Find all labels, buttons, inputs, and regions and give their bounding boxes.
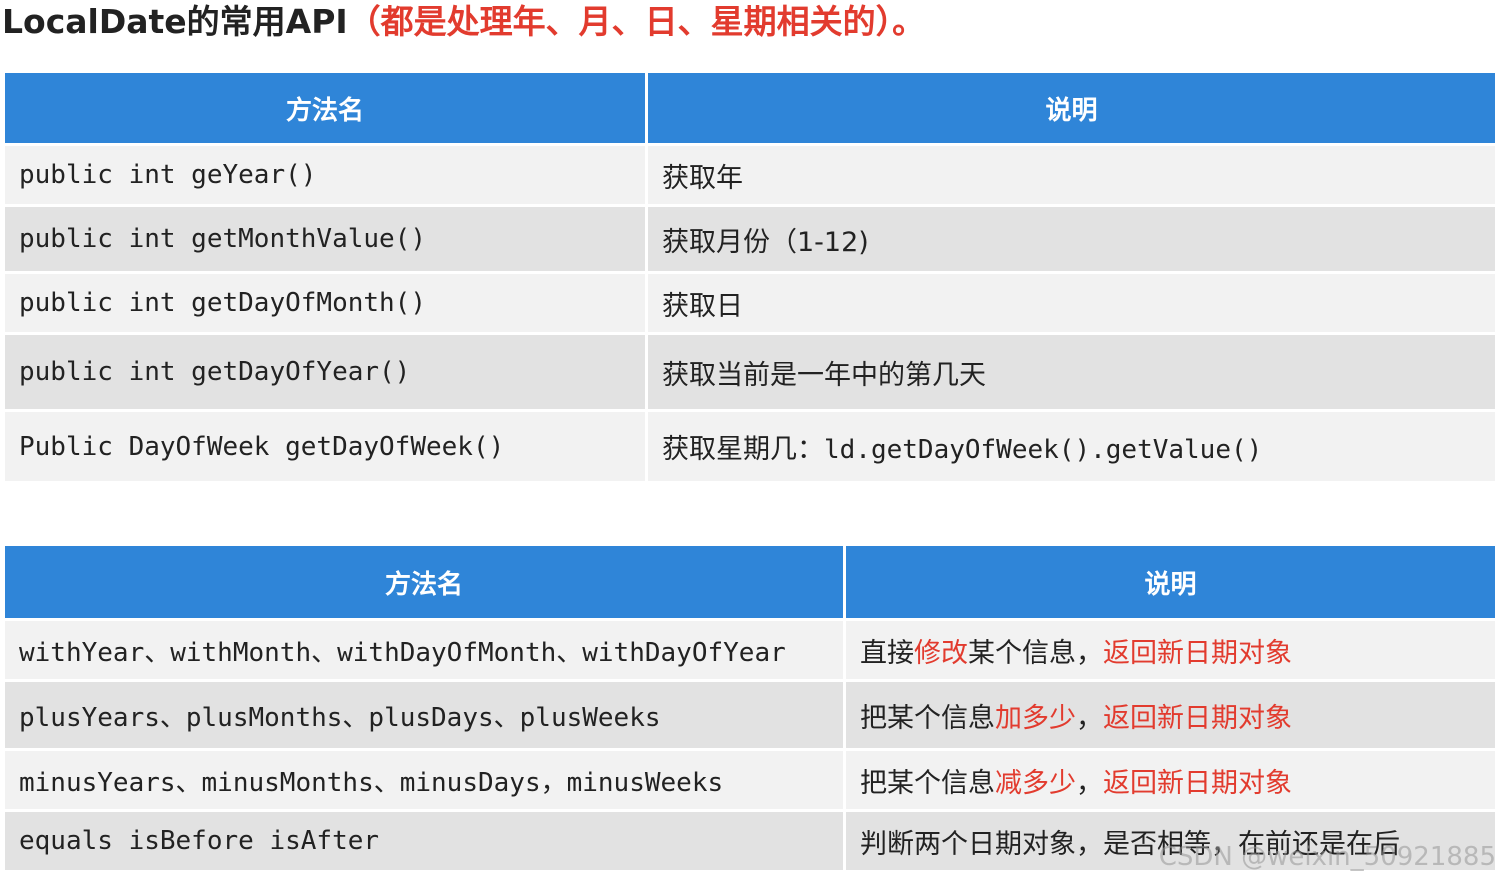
highlight-text: 减多少: [995, 767, 1076, 799]
table-header-row: 方法名 说明: [5, 546, 1495, 618]
description-text: ，: [1076, 702, 1103, 734]
highlight-text: 返回新日期对象: [1103, 767, 1292, 799]
csdn-watermark: CSDN @weixin_50921885: [1158, 842, 1496, 872]
table-row: minusYears、minusMonths、minusDays，minusWe…: [5, 751, 1495, 809]
method-cell: public int getMonthValue(): [5, 207, 645, 271]
table-row: public int getDayOfMonth() 获取日: [5, 274, 1495, 332]
table-row: plusYears、plusMonths、plusDays、plusWeeks …: [5, 682, 1495, 748]
highlight-text: 加多少: [995, 702, 1076, 734]
table-row: public int geYear() 获取年: [5, 146, 1495, 204]
method-cell: equals isBefore isAfter: [5, 812, 843, 870]
description-cell: 把某个信息加多少，返回新日期对象: [846, 682, 1495, 748]
description-cell: 把某个信息减多少，返回新日期对象: [846, 751, 1495, 809]
description-cell: 获取星期几：ld.getDayOfWeek().getValue(): [648, 412, 1495, 481]
method-cell: public int geYear(): [5, 146, 645, 204]
column-header-method: 方法名: [5, 73, 645, 143]
code-snippet: ld.getDayOfWeek().getValue(): [824, 435, 1263, 465]
localdate-getter-table: 方法名 说明 public int geYear() 获取年 public in…: [2, 70, 1498, 484]
description-text: ，: [1076, 767, 1103, 799]
table-row: Public DayOfWeek getDayOfWeek() 获取星期几：ld…: [5, 412, 1495, 481]
table-row: withYear、withMonth、withDayOfMonth、withDa…: [5, 621, 1495, 679]
column-header-method: 方法名: [5, 546, 843, 618]
description-text: 把某个信息: [860, 702, 995, 734]
table-row: public int getMonthValue() 获取月份（1-12): [5, 207, 1495, 271]
column-header-description: 说明: [846, 546, 1495, 618]
localdate-modify-table: 方法名 说明 withYear、withMonth、withDayOfMonth…: [2, 543, 1498, 873]
table-row: public int getDayOfYear() 获取当前是一年中的第几天: [5, 335, 1495, 409]
description-cell: 获取当前是一年中的第几天: [648, 335, 1495, 409]
description-cell: 获取日: [648, 274, 1495, 332]
page-title-subtitle: （都是处理年、月、日、星期相关的）。: [347, 2, 926, 41]
description-text: 获取星期几：: [662, 434, 824, 465]
page-title: LocalDate的常用API（都是处理年、月、日、星期相关的）。: [2, 0, 925, 44]
description-cell: 获取月份（1-12): [648, 207, 1495, 271]
method-cell: public int getDayOfYear(): [5, 335, 645, 409]
description-text: 某个信息，: [968, 637, 1103, 669]
page-title-main: LocalDate的常用API: [2, 2, 348, 41]
column-header-description: 说明: [648, 73, 1495, 143]
description-text: 把某个信息: [860, 767, 995, 799]
method-cell: minusYears、minusMonths、minusDays，minusWe…: [5, 751, 843, 809]
method-cell: Public DayOfWeek getDayOfWeek(): [5, 412, 645, 481]
method-cell: plusYears、plusMonths、plusDays、plusWeeks: [5, 682, 843, 748]
description-text: 直接: [860, 637, 914, 669]
highlight-text: 修改: [914, 637, 968, 669]
method-cell: withYear、withMonth、withDayOfMonth、withDa…: [5, 621, 843, 679]
description-cell: 直接修改某个信息，返回新日期对象: [846, 621, 1495, 679]
table-header-row: 方法名 说明: [5, 73, 1495, 143]
highlight-text: 返回新日期对象: [1103, 637, 1292, 669]
description-cell: 获取年: [648, 146, 1495, 204]
method-cell: public int getDayOfMonth(): [5, 274, 645, 332]
highlight-text: 返回新日期对象: [1103, 702, 1292, 734]
